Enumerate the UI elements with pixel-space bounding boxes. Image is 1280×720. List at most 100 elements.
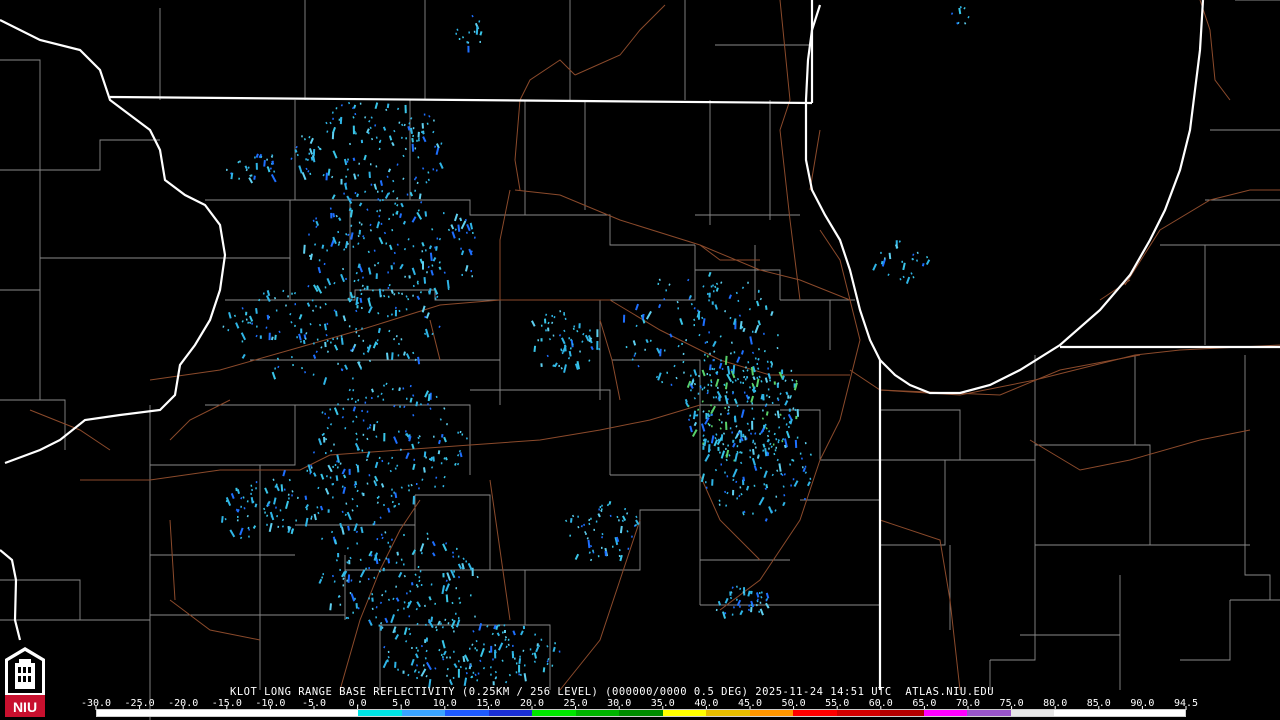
echo-pixel [724, 406, 727, 410]
echo-pixel [774, 449, 777, 452]
echo-pixel [382, 567, 385, 572]
echo-pixel [259, 335, 262, 339]
echo-pixel [322, 573, 324, 576]
echo-pixel [477, 672, 480, 675]
echo-pixel [479, 40, 482, 43]
echo-pixel [754, 389, 757, 392]
echo-pixel [461, 433, 464, 436]
echo-pixel [318, 259, 321, 262]
echo-pixel [507, 638, 510, 641]
echo-pixel [469, 664, 472, 667]
echo-pixel [739, 605, 741, 608]
echo-pixel [698, 374, 700, 378]
echo-pixel [294, 303, 297, 306]
color-scale-label: 70.0 [955, 698, 981, 709]
echo-pixel [310, 466, 313, 469]
echo-pixel [577, 515, 579, 518]
echo-pixel [387, 660, 389, 663]
echo-pixel [301, 135, 303, 138]
echo-pixel [368, 597, 370, 600]
echo-pixel [476, 649, 478, 652]
echo-pixel [398, 503, 400, 506]
echo-pixel [768, 395, 771, 399]
echo-pixel [326, 322, 329, 325]
echo-pixel [379, 199, 381, 202]
echo-pixel [564, 317, 567, 320]
echo-pixel [455, 32, 458, 35]
echo-pixel [553, 316, 556, 319]
echo-pixel [490, 673, 492, 676]
color-scale-label: 35.0 [650, 698, 675, 709]
color-scale-swatch [619, 710, 663, 716]
echo-pixel [775, 446, 778, 449]
echo-pixel [416, 139, 418, 142]
echo-pixel [417, 649, 419, 652]
echo-pixel [395, 585, 397, 588]
echo-pixel [329, 476, 332, 479]
echo-pixel [387, 271, 389, 274]
color-scale-label: 65.0 [912, 698, 937, 709]
echo-pixel [295, 519, 297, 522]
color-scale-swatch [358, 710, 402, 716]
echo-pixel [711, 479, 714, 486]
echo-pixel [362, 433, 365, 436]
echo-pixel [255, 481, 258, 484]
echo-pixel [415, 646, 418, 649]
echo-pixel [736, 497, 738, 500]
echo-pixel [518, 664, 521, 673]
echo-pixel [391, 538, 393, 541]
echo-pixel [773, 381, 776, 385]
echo-pixel [544, 318, 547, 324]
echo-pixel [310, 515, 313, 518]
echo-pixel [400, 558, 403, 561]
echo-pixel [337, 230, 340, 234]
echo-pixel [560, 348, 563, 351]
echo-pixel [716, 371, 719, 374]
echo-pixel [346, 160, 349, 163]
echo-pixel [704, 341, 707, 344]
echo-pixel [718, 394, 721, 402]
echo-pixel [274, 485, 277, 488]
echo-pixel [383, 503, 385, 507]
echo-pixel [466, 41, 469, 44]
echo-pixel [406, 397, 408, 400]
echo-pixel [561, 351, 564, 355]
echo-pixel [306, 469, 309, 472]
echo-pixel [911, 258, 914, 261]
echo-pixel [371, 597, 374, 602]
echo-pixel [593, 528, 596, 531]
echo-pixel [752, 512, 754, 515]
echo-pixel [352, 611, 354, 614]
echo-pixel [622, 314, 626, 323]
echo-pixel [420, 584, 423, 587]
echo-pixel [442, 573, 445, 578]
color-scale-swatch [445, 710, 489, 716]
echo-pixel [596, 341, 599, 350]
echo-pixel [360, 292, 363, 296]
echo-pixel [763, 332, 765, 335]
echo-pixel [343, 192, 345, 195]
echo-pixel [598, 508, 601, 511]
echo-pixel [335, 107, 338, 110]
echo-pixel [721, 367, 724, 370]
echo-pixel [240, 505, 242, 508]
echo-pixel [358, 334, 360, 337]
echo-pixel [252, 500, 255, 503]
echo-pixel [333, 443, 335, 446]
echo-pixel [768, 447, 770, 450]
color-scale-label: -5.0 [301, 698, 327, 709]
echo-pixel [288, 497, 290, 500]
echo-pixel [595, 520, 598, 523]
echo-pixel [457, 555, 460, 558]
echo-pixel [408, 275, 411, 279]
echo-pixel [323, 436, 326, 443]
echo-pixel [344, 427, 347, 430]
echo-pixel [554, 642, 556, 645]
echo-pixel [268, 332, 271, 341]
echo-pixel [371, 396, 373, 400]
echo-pixel [663, 298, 666, 301]
echo-pixel [777, 334, 779, 337]
echo-pixel [753, 484, 756, 487]
echo-pixel [377, 190, 379, 193]
echo-pixel [712, 290, 715, 293]
